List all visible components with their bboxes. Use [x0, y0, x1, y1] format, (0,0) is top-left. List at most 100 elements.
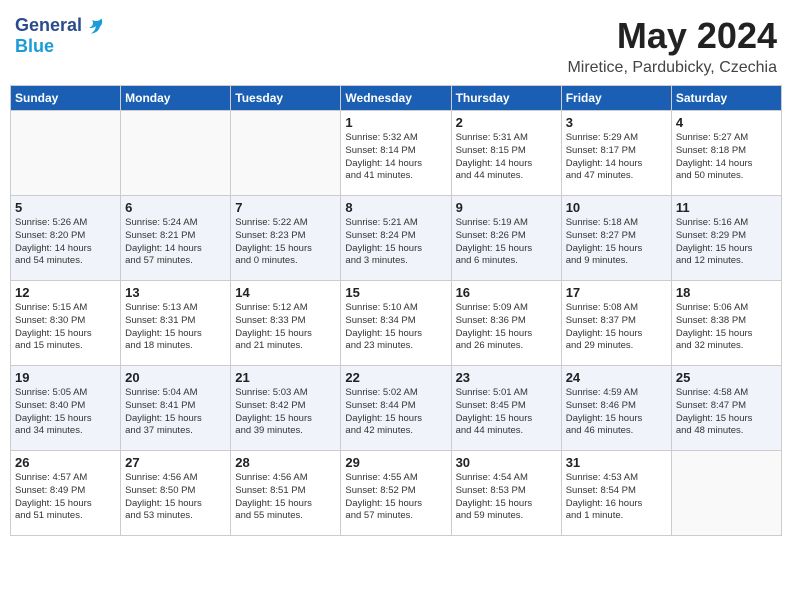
header-monday: Monday [121, 86, 231, 111]
day-number: 19 [15, 370, 116, 385]
day-info: Sunrise: 5:27 AM Sunset: 8:18 PM Dayligh… [676, 132, 777, 183]
day-info: Sunrise: 5:10 AM Sunset: 8:34 PM Dayligh… [345, 302, 446, 353]
day-number: 31 [566, 455, 667, 470]
day-info: Sunrise: 5:31 AM Sunset: 8:15 PM Dayligh… [456, 132, 557, 183]
logo-blue-text: Blue [15, 36, 54, 56]
title-area: May 2024 Miretice, Pardubicky, Czechia [567, 15, 777, 77]
calendar-cell: 7 Sunrise: 5:22 AM Sunset: 8:23 PM Daylig… [231, 196, 341, 281]
calendar-cell: 24Sunrise: 4:59 AM Sunset: 8:46 PM Dayli… [561, 366, 671, 451]
day-number: 22 [345, 370, 446, 385]
header-tuesday: Tuesday [231, 86, 341, 111]
day-number: 5 [15, 200, 116, 215]
day-info: Sunrise: 5:16 AM Sunset: 8:29 PM Dayligh… [676, 217, 777, 268]
header-wednesday: Wednesday [341, 86, 451, 111]
calendar-week-2: 5 Sunrise: 5:26 AM Sunset: 8:20 PM Daylig… [11, 196, 782, 281]
calendar-cell: 13 Sunrise: 5:13 AM Sunset: 8:31 PM Dayli… [121, 281, 231, 366]
day-info: Sunrise: 5:22 AM Sunset: 8:23 PM Dayligh… [235, 217, 336, 268]
day-number: 6 [125, 200, 226, 215]
day-info: Sunrise: 5:32 AM Sunset: 8:14 PM Dayligh… [345, 132, 446, 183]
day-number: 3 [566, 115, 667, 130]
calendar-cell [231, 111, 341, 196]
day-info: Sunrise: 4:56 AM Sunset: 8:50 PM Dayligh… [125, 472, 226, 523]
day-number: 9 [456, 200, 557, 215]
calendar-cell: 25Sunrise: 4:58 AM Sunset: 8:47 PM Dayli… [671, 366, 781, 451]
calendar-week-3: 12 Sunrise: 5:15 AM Sunset: 8:30 PM Dayli… [11, 281, 782, 366]
day-number: 29 [345, 455, 446, 470]
day-info: Sunrise: 5:06 AM Sunset: 8:38 PM Dayligh… [676, 302, 777, 353]
calendar-week-1: 1 Sunrise: 5:32 AM Sunset: 8:14 PM Daylig… [11, 111, 782, 196]
calendar-cell: 14 Sunrise: 5:12 AM Sunset: 8:33 PM Dayli… [231, 281, 341, 366]
logo-bird-icon [84, 16, 104, 36]
calendar-cell: 22 Sunrise: 5:02 AM Sunset: 8:44 PM Dayli… [341, 366, 451, 451]
calendar-cell [121, 111, 231, 196]
day-info: Sunrise: 5:26 AM Sunset: 8:20 PM Dayligh… [15, 217, 116, 268]
calendar-table: Sunday Monday Tuesday Wednesday Thursday… [10, 85, 782, 536]
day-number: 27 [125, 455, 226, 470]
day-info: Sunrise: 5:03 AM Sunset: 8:42 PM Dayligh… [235, 387, 336, 438]
day-info: Sunrise: 4:57 AM Sunset: 8:49 PM Dayligh… [15, 472, 116, 523]
day-number: 10 [566, 200, 667, 215]
calendar-cell: 26 Sunrise: 4:57 AM Sunset: 8:49 PM Dayli… [11, 451, 121, 536]
day-info: Sunrise: 5:12 AM Sunset: 8:33 PM Dayligh… [235, 302, 336, 353]
calendar-cell: 31Sunrise: 4:53 AM Sunset: 8:54 PM Dayli… [561, 451, 671, 536]
day-number: 13 [125, 285, 226, 300]
day-number: 23 [456, 370, 557, 385]
day-number: 8 [345, 200, 446, 215]
calendar-cell: 28Sunrise: 4:56 AM Sunset: 8:51 PM Dayli… [231, 451, 341, 536]
day-number: 2 [456, 115, 557, 130]
day-info: Sunrise: 5:04 AM Sunset: 8:41 PM Dayligh… [125, 387, 226, 438]
page-header: General Blue May 2024 Miretice, Pardubic… [10, 10, 782, 77]
calendar-cell: 19Sunrise: 5:05 AM Sunset: 8:40 PM Dayli… [11, 366, 121, 451]
day-info: Sunrise: 5:18 AM Sunset: 8:27 PM Dayligh… [566, 217, 667, 268]
day-info: Sunrise: 5:13 AM Sunset: 8:31 PM Dayligh… [125, 302, 226, 353]
calendar-cell: 20 Sunrise: 5:04 AM Sunset: 8:41 PM Dayli… [121, 366, 231, 451]
day-number: 20 [125, 370, 226, 385]
calendar-cell: 4 Sunrise: 5:27 AM Sunset: 8:18 PM Daylig… [671, 111, 781, 196]
day-info: Sunrise: 5:24 AM Sunset: 8:21 PM Dayligh… [125, 217, 226, 268]
calendar-cell [671, 451, 781, 536]
day-number: 14 [235, 285, 336, 300]
calendar-cell: 8 Sunrise: 5:21 AM Sunset: 8:24 PM Daylig… [341, 196, 451, 281]
day-number: 17 [566, 285, 667, 300]
day-number: 18 [676, 285, 777, 300]
calendar-header-row: Sunday Monday Tuesday Wednesday Thursday… [11, 86, 782, 111]
day-info: Sunrise: 5:02 AM Sunset: 8:44 PM Dayligh… [345, 387, 446, 438]
day-info: Sunrise: 5:21 AM Sunset: 8:24 PM Dayligh… [345, 217, 446, 268]
calendar-cell: 10 Sunrise: 5:18 AM Sunset: 8:27 PM Dayli… [561, 196, 671, 281]
calendar-cell: 27 Sunrise: 4:56 AM Sunset: 8:50 PM Dayli… [121, 451, 231, 536]
day-info: Sunrise: 4:56 AM Sunset: 8:51 PM Dayligh… [235, 472, 336, 523]
day-info: Sunrise: 5:19 AM Sunset: 8:26 PM Dayligh… [456, 217, 557, 268]
calendar-cell: 12 Sunrise: 5:15 AM Sunset: 8:30 PM Dayli… [11, 281, 121, 366]
month-title: May 2024 [567, 15, 777, 57]
location-subtitle: Miretice, Pardubicky, Czechia [567, 59, 777, 77]
day-number: 26 [15, 455, 116, 470]
header-thursday: Thursday [451, 86, 561, 111]
calendar-cell: 2 Sunrise: 5:31 AM Sunset: 8:15 PM Daylig… [451, 111, 561, 196]
calendar-cell: 9 Sunrise: 5:19 AM Sunset: 8:26 PM Daylig… [451, 196, 561, 281]
calendar-cell: 23 Sunrise: 5:01 AM Sunset: 8:45 PM Dayli… [451, 366, 561, 451]
day-number: 21 [235, 370, 336, 385]
day-info: Sunrise: 5:29 AM Sunset: 8:17 PM Dayligh… [566, 132, 667, 183]
header-saturday: Saturday [671, 86, 781, 111]
day-number: 1 [345, 115, 446, 130]
day-number: 4 [676, 115, 777, 130]
day-number: 15 [345, 285, 446, 300]
day-number: 24 [566, 370, 667, 385]
day-info: Sunrise: 5:01 AM Sunset: 8:45 PM Dayligh… [456, 387, 557, 438]
day-number: 11 [676, 200, 777, 215]
day-number: 12 [15, 285, 116, 300]
day-info: Sunrise: 4:54 AM Sunset: 8:53 PM Dayligh… [456, 472, 557, 523]
calendar-cell: 17Sunrise: 5:08 AM Sunset: 8:37 PM Dayli… [561, 281, 671, 366]
day-number: 30 [456, 455, 557, 470]
day-number: 16 [456, 285, 557, 300]
header-sunday: Sunday [11, 86, 121, 111]
calendar-cell: 21 Sunrise: 5:03 AM Sunset: 8:42 PM Dayli… [231, 366, 341, 451]
calendar-cell: 16Sunrise: 5:09 AM Sunset: 8:36 PM Dayli… [451, 281, 561, 366]
calendar-cell [11, 111, 121, 196]
calendar-week-4: 19Sunrise: 5:05 AM Sunset: 8:40 PM Dayli… [11, 366, 782, 451]
calendar-cell: 3 Sunrise: 5:29 AM Sunset: 8:17 PM Daylig… [561, 111, 671, 196]
day-info: Sunrise: 4:58 AM Sunset: 8:47 PM Dayligh… [676, 387, 777, 438]
day-info: Sunrise: 5:15 AM Sunset: 8:30 PM Dayligh… [15, 302, 116, 353]
logo-general-text: General [15, 15, 82, 36]
day-number: 7 [235, 200, 336, 215]
